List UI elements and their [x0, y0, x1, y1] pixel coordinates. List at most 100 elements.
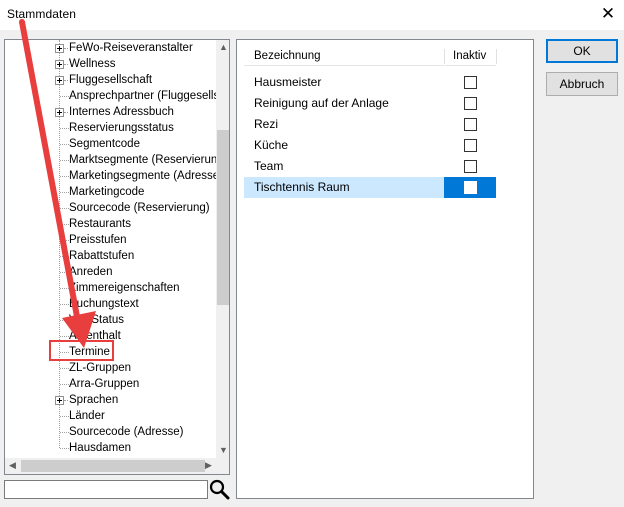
tree-item-label: Marketingcode [69, 186, 145, 198]
tree-item[interactable]: Anreden [5, 264, 216, 280]
column-header-bezeichnung[interactable]: Bezeichnung [244, 47, 444, 66]
expand-plus-icon[interactable] [55, 396, 64, 405]
tree-item-label: Marktsegmente (Reservierun [69, 154, 218, 166]
tree-item-label: FeWo-Reiseveranstalter [69, 42, 193, 54]
termine-grid[interactable]: Bezeichnung Inaktiv Hausmeister Reinigung… [236, 39, 534, 499]
tree-connector-line [60, 176, 69, 178]
scroll-right-icon[interactable]: ▶ [201, 458, 216, 473]
tree-connector-line [60, 256, 69, 258]
close-icon[interactable]: ✕ [598, 4, 618, 24]
tree-connector-line [60, 416, 69, 418]
tree-connector-line [64, 80, 68, 82]
row-bezeichnung: Hausmeister [254, 75, 322, 89]
table-row[interactable]: Küche [244, 135, 503, 156]
table-row[interactable]: Tischtennis Raum [244, 177, 503, 198]
tree-connector-line [60, 272, 69, 274]
tree-connector-line [60, 384, 69, 386]
tree-connector-line [60, 288, 69, 290]
tree-item-label: ZL-Gruppen [69, 362, 132, 374]
tree-item[interactable]: Ansprechpartner (Fluggesellsc [5, 88, 225, 104]
inaktiv-checkbox[interactable] [464, 139, 477, 152]
search-input[interactable] [4, 480, 208, 499]
expand-plus-icon[interactable] [55, 76, 64, 85]
tree-item[interactable]: Zimmereigenschaften [5, 280, 216, 296]
tree-item[interactable]: Buchungstext [5, 296, 216, 312]
tree-item[interactable]: Wellness [5, 56, 216, 72]
scroll-up-icon[interactable]: ▲ [216, 40, 229, 55]
tree-horizontal-scrollbar[interactable]: ◀ ▶ [5, 458, 216, 474]
tree-connector-line [64, 400, 68, 402]
tree-connector-line [64, 48, 68, 50]
cancel-button[interactable]: Abbruch [546, 72, 618, 96]
tree-connector-line [60, 224, 69, 226]
tree-item-label: Sourcecode (Adresse) [69, 426, 184, 438]
tree-connector-line [60, 432, 69, 434]
column-separator[interactable] [496, 49, 497, 64]
tree-item[interactable]: Reservierungsstatus [5, 120, 216, 136]
window-title: Stammdaten [7, 7, 77, 21]
ok-button[interactable]: OK [546, 39, 618, 63]
tree-item-label: Hausdamen [69, 442, 132, 454]
tree-item-label: Internes Adressbuch [69, 106, 174, 118]
tree-item-label: VIP-Status [69, 314, 124, 326]
tree-item-label: Sourcecode (Reservierung) [69, 202, 210, 214]
tree-item[interactable]: Rabattstufen [5, 248, 216, 264]
tree-item[interactable]: Marktsegmente (Reservierun [5, 152, 218, 168]
tree-item[interactable]: Marketingsegmente (Adresse) [5, 168, 223, 184]
table-row[interactable]: Hausmeister [244, 72, 503, 93]
tree-item[interactable]: ZL-Gruppen [5, 360, 216, 376]
search-icon[interactable] [208, 478, 230, 500]
tree-item-label: Buchungstext [69, 298, 139, 310]
tree-item[interactable]: Sourcecode (Adresse) [5, 424, 216, 440]
inaktiv-checkbox[interactable] [464, 97, 477, 110]
expand-plus-icon[interactable] [55, 44, 64, 53]
row-bezeichnung: Tischtennis Raum [244, 177, 444, 198]
tree-item-label: Anreden [69, 266, 113, 278]
tree-vertical-scroll-thumb[interactable] [217, 130, 229, 305]
expand-plus-icon[interactable] [55, 60, 64, 69]
column-header-inaktiv[interactable]: Inaktiv [445, 47, 496, 66]
tree-item[interactable]: Fluggesellschaft [5, 72, 216, 88]
table-row[interactable]: Reinigung auf der Anlage [244, 93, 503, 114]
tree-item-label: Arra-Gruppen [69, 378, 140, 390]
tree-item[interactable]: Sourcecode (Reservierung) [5, 200, 216, 216]
tree-connector-line [60, 160, 69, 162]
tree-item[interactable]: Marketingcode [5, 184, 216, 200]
tree-item[interactable]: VIP-Status [5, 312, 216, 328]
tree-item[interactable]: Hausdamen [5, 440, 216, 456]
inaktiv-checkbox[interactable] [464, 118, 477, 131]
tree-item[interactable]: FeWo-Reiseveranstalter [5, 40, 216, 56]
expand-plus-icon[interactable] [55, 108, 64, 117]
tree-connector-line [64, 64, 68, 66]
tree-connector-line [60, 208, 69, 210]
tree-connector-line [60, 320, 69, 322]
tree-vertical-scrollbar[interactable]: ▲ ▼ [216, 40, 229, 458]
scroll-down-icon[interactable]: ▼ [216, 443, 229, 458]
tree-connector-line [60, 448, 69, 450]
tree-item-label: Länder [69, 410, 105, 422]
tree-item[interactable]: Restaurants [5, 216, 216, 232]
tree-connector-line [60, 96, 69, 98]
tree-item-label: Restaurants [69, 218, 132, 230]
tree-connector-line [60, 128, 69, 130]
inaktiv-checkbox[interactable] [464, 181, 477, 194]
table-row[interactable]: Team [244, 156, 503, 177]
tree-view[interactable]: FeWo-Reiseveranstalter Wellness Fluggesell… [4, 39, 230, 475]
tree-item[interactable]: Sprachen [5, 392, 216, 408]
table-row[interactable]: Rezi [244, 114, 503, 135]
scroll-left-icon[interactable]: ◀ [5, 458, 20, 473]
tree-item[interactable]: Länder [5, 408, 216, 424]
tree-item-label: Zimmereigenschaften [69, 282, 180, 294]
row-bezeichnung: Küche [254, 138, 289, 152]
row-bezeichnung: Team [254, 159, 284, 173]
tree-item[interactable]: Segmentcode [5, 136, 216, 152]
tree-item[interactable]: Arra-Gruppen [5, 376, 216, 392]
tree-item-label: Reservierungsstatus [69, 122, 174, 134]
tree-connector-line [60, 144, 69, 146]
tree-horizontal-scroll-thumb[interactable] [21, 460, 205, 472]
tree-item[interactable]: Internes Adressbuch [5, 104, 216, 120]
tree-item[interactable]: Preisstufen [5, 232, 216, 248]
inaktiv-checkbox[interactable] [464, 160, 477, 173]
row-bezeichnung: Reinigung auf der Anlage [254, 96, 389, 110]
inaktiv-checkbox[interactable] [464, 76, 477, 89]
